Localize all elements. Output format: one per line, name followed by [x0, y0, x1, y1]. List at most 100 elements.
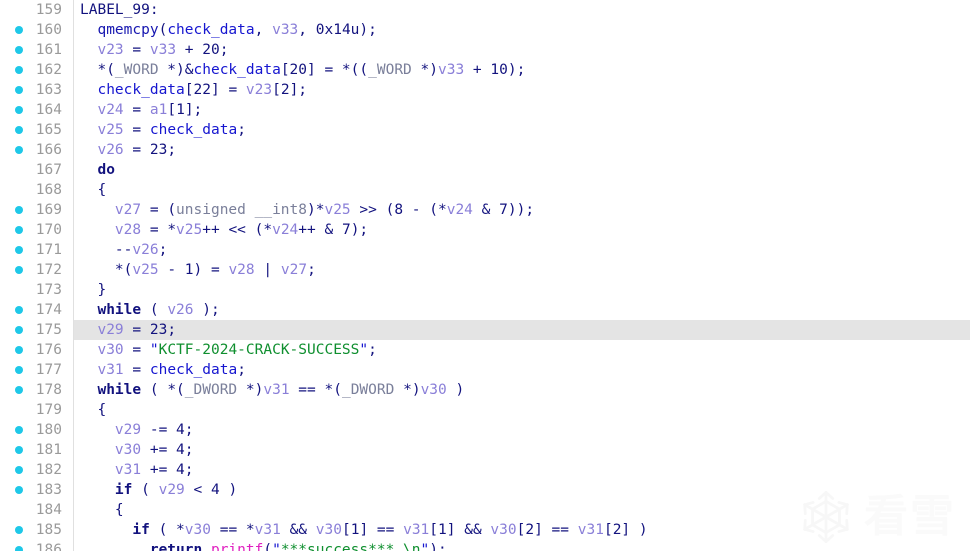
- line-gutter[interactable]: 173: [0, 280, 73, 300]
- line-gutter[interactable]: 166: [0, 140, 73, 160]
- code-line[interactable]: 173 }: [0, 280, 970, 300]
- code-text[interactable]: }: [80, 280, 106, 300]
- code-surface[interactable]: 159 LABEL_99: 160 qmemcpy(check_data, v33,…: [0, 0, 970, 551]
- code-line[interactable]: 167 do: [0, 160, 970, 180]
- code-line[interactable]: 161 v23 = v33 + 20;: [0, 40, 970, 60]
- line-gutter[interactable]: 178: [0, 380, 73, 400]
- line-gutter[interactable]: 181: [0, 440, 73, 460]
- line-gutter[interactable]: 180: [0, 420, 73, 440]
- line-gutter[interactable]: 167: [0, 160, 73, 180]
- code-text[interactable]: check_data[22] = v23[2];: [80, 80, 307, 100]
- line-gutter[interactable]: 172: [0, 260, 73, 280]
- code-token: (: [158, 22, 168, 38]
- code-token: ,: [254, 22, 273, 38]
- code-text[interactable]: while ( v26 );: [80, 300, 219, 320]
- code-token: 2: [525, 522, 535, 538]
- code-text[interactable]: if ( *v30 == *v31 && v30[1] == v31[1] &&…: [80, 520, 647, 540]
- line-gutter[interactable]: 183: [0, 480, 73, 500]
- code-text[interactable]: while ( *(_DWORD *)v31 == *(_DWORD *)v30…: [80, 380, 464, 400]
- code-line[interactable]: 181 v30 += 4;: [0, 440, 970, 460]
- code-line[interactable]: 176 v30 = "KCTF-2024-CRACK-SUCCESS";: [0, 340, 970, 360]
- code-text[interactable]: *(_WORD *)&check_data[20] = *((_WORD *)v…: [80, 60, 525, 80]
- code-token: v27: [280, 262, 308, 278]
- code-text[interactable]: v23 = v33 + 20;: [80, 40, 228, 60]
- code-text[interactable]: --v26;: [80, 240, 167, 260]
- code-text[interactable]: *(v25 - 1) = v28 | v27;: [80, 260, 316, 280]
- line-gutter[interactable]: 169: [0, 200, 73, 220]
- code-line[interactable]: 175 v29 = 23;: [0, 320, 970, 340]
- line-number: 172: [35, 262, 62, 278]
- code-text[interactable]: v25 = check_data;: [80, 120, 245, 140]
- code-text[interactable]: if ( v29 < 4 ): [80, 480, 237, 500]
- code-line[interactable]: 159 LABEL_99:: [0, 0, 970, 20]
- code-text[interactable]: qmemcpy(check_data, v33, 0x14u);: [80, 20, 376, 40]
- code-text[interactable]: v30 = "KCTF-2024-CRACK-SUCCESS";: [80, 340, 376, 360]
- line-gutter[interactable]: 163: [0, 80, 73, 100]
- code-line[interactable]: 177 v31 = check_data;: [0, 360, 970, 380]
- code-line[interactable]: 185 if ( *v30 == *v31 && v30[1] == v31[1…: [0, 520, 970, 540]
- code-text[interactable]: v28 = *v25++ << (*v24++ & 7);: [80, 220, 368, 240]
- code-line[interactable]: 165 v25 = check_data;: [0, 120, 970, 140]
- line-gutter[interactable]: 179: [0, 400, 73, 420]
- code-text[interactable]: v31 += 4;: [80, 460, 194, 480]
- line-gutter[interactable]: 176: [0, 340, 73, 360]
- code-line[interactable]: 164 v24 = a1[1];: [0, 100, 970, 120]
- line-gutter[interactable]: 171: [0, 240, 73, 260]
- code-token: *): [394, 382, 421, 398]
- line-gutter[interactable]: 184: [0, 500, 73, 520]
- code-token: v28: [228, 262, 255, 278]
- line-gutter[interactable]: 170: [0, 220, 73, 240]
- code-token: ;: [167, 322, 177, 338]
- code-line[interactable]: 170 v28 = *v25++ << (*v24++ & 7);: [0, 220, 970, 240]
- code-line[interactable]: 172 *(v25 - 1) = v28 | v27;: [0, 260, 970, 280]
- code-text[interactable]: v26 = 23;: [80, 140, 176, 160]
- code-line[interactable]: 183 if ( v29 < 4 ): [0, 480, 970, 500]
- line-gutter[interactable]: 161: [0, 40, 73, 60]
- code-text[interactable]: v30 += 4;: [80, 440, 194, 460]
- code-text[interactable]: v29 -= 4;: [80, 420, 194, 440]
- code-token: _WORD: [368, 62, 412, 78]
- line-gutter[interactable]: 177: [0, 360, 73, 380]
- code-text[interactable]: return printf("***success***.\n");: [80, 540, 447, 551]
- code-text[interactable]: {: [80, 500, 124, 520]
- code-line[interactable]: 184 {: [0, 500, 970, 520]
- code-text[interactable]: {: [80, 180, 106, 200]
- line-gutter[interactable]: 162: [0, 60, 73, 80]
- code-line[interactable]: 162 *(_WORD *)&check_data[20] = *((_WORD…: [0, 60, 970, 80]
- code-line[interactable]: 171 --v26;: [0, 240, 970, 260]
- line-gutter[interactable]: 186: [0, 540, 73, 551]
- code-line[interactable]: 169 v27 = (unsigned __int8)*v25 >> (8 - …: [0, 200, 970, 220]
- code-token: ": [420, 542, 430, 551]
- code-text[interactable]: v29 = 23;: [80, 320, 176, 340]
- line-gutter[interactable]: 159: [0, 0, 73, 20]
- pseudocode-editor[interactable]: 看雪 159 LABEL_99: 160 qmemcpy(check_data, v…: [0, 0, 970, 551]
- code-line[interactable]: 163 check_data[22] = v23[2];: [0, 80, 970, 100]
- line-gutter[interactable]: 174: [0, 300, 73, 320]
- code-text[interactable]: LABEL_99:: [80, 0, 159, 20]
- code-token: 8: [394, 202, 404, 218]
- code-line[interactable]: 182 v31 += 4;: [0, 460, 970, 480]
- code-line[interactable]: 180 v29 -= 4;: [0, 420, 970, 440]
- code-line[interactable]: 168 {: [0, 180, 970, 200]
- code-text[interactable]: v27 = (unsigned __int8)*v25 >> (8 - (*v2…: [80, 200, 534, 220]
- line-gutter[interactable]: 182: [0, 460, 73, 480]
- code-line[interactable]: 166 v26 = 23;: [0, 140, 970, 160]
- line-gutter[interactable]: 168: [0, 180, 73, 200]
- line-gutter[interactable]: 175: [0, 320, 73, 340]
- line-number: 166: [35, 142, 62, 158]
- line-gutter[interactable]: 185: [0, 520, 73, 540]
- line-gutter[interactable]: 164: [0, 100, 73, 120]
- code-text[interactable]: v24 = a1[1];: [80, 100, 202, 120]
- code-line[interactable]: 179 {: [0, 400, 970, 420]
- line-gutter[interactable]: 160: [0, 20, 73, 40]
- code-line[interactable]: 186 return printf("***success***.\n");: [0, 540, 970, 551]
- code-text[interactable]: {: [80, 400, 106, 420]
- code-text[interactable]: v31 = check_data;: [80, 360, 245, 380]
- code-line[interactable]: 178 while ( *(_DWORD *)v31 == *(_DWORD *…: [0, 380, 970, 400]
- code-line[interactable]: 160 qmemcpy(check_data, v33, 0x14u);: [0, 20, 970, 40]
- code-line[interactable]: 174 while ( v26 );: [0, 300, 970, 320]
- line-gutter[interactable]: 165: [0, 120, 73, 140]
- line-number: 167: [35, 162, 62, 178]
- code-text[interactable]: do: [80, 160, 114, 180]
